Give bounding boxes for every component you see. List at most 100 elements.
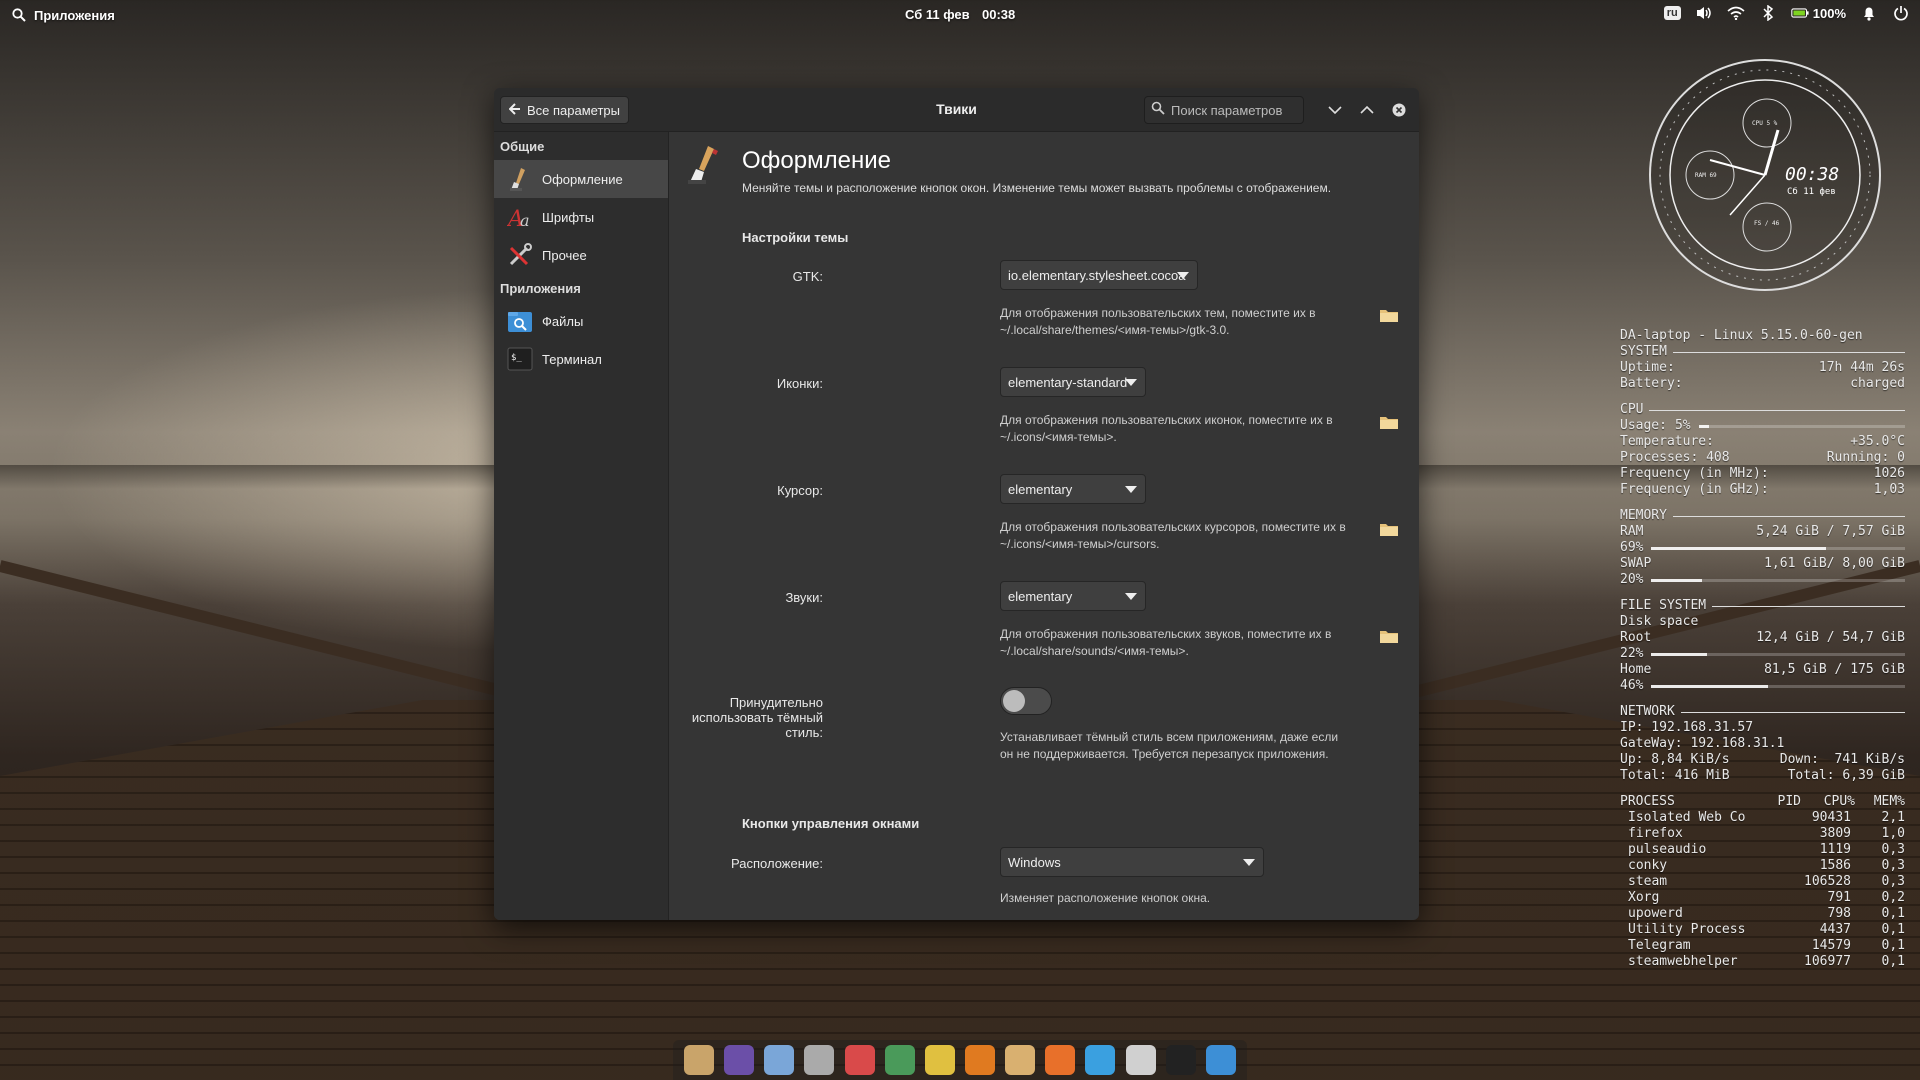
clock-date: Сб 11 фев [1787, 186, 1836, 197]
code-app-icon[interactable] [1125, 1045, 1156, 1075]
conky-col-pid: PID [1777, 794, 1801, 809]
folder-icon[interactable] [1380, 522, 1398, 536]
applications-menu[interactable]: Приложения [10, 6, 115, 24]
fonts-icon: Aa [506, 203, 534, 231]
sidebar-item-label: Файлы [542, 313, 584, 329]
bar-fill [1651, 578, 1703, 582]
bluetooth-icon[interactable] [1759, 4, 1777, 22]
sidebar-item-files[interactable]: Файлы [494, 302, 668, 340]
game-app-icon[interactable] [965, 1045, 996, 1075]
process-row: pulseaudio 1119 0,3 [1620, 842, 1905, 858]
minimize-button[interactable] [1325, 100, 1345, 120]
gtk-theme-combo[interactable]: io.elementary.stylesheet.cocoa [1000, 260, 1198, 290]
conky-section-system: SYSTEM [1620, 344, 1667, 359]
icon-theme-combo[interactable]: elementary-standard [1000, 367, 1146, 397]
sidebar-item-label: Шрифты [542, 209, 595, 225]
conky-section-network: NETWORK [1620, 704, 1675, 719]
conky-section-memory: MEMORY [1620, 508, 1667, 523]
dropdown-arrow-icon [1125, 593, 1137, 600]
power-icon[interactable] [1892, 4, 1910, 22]
window-titlebar: Все параметры Твики [494, 88, 1419, 132]
files-app-icon[interactable] [684, 1045, 715, 1075]
photos-app-icon[interactable] [1005, 1045, 1036, 1075]
gtk-label: GTK: [792, 269, 823, 284]
settings-search[interactable] [1144, 96, 1304, 124]
dropdown-arrow-icon [1243, 859, 1255, 866]
volume-icon[interactable] [1695, 4, 1713, 22]
conky-label: Usage: [1620, 418, 1667, 433]
panel-date[interactable]: Сб 11 фев [905, 7, 970, 22]
conky-clock-widget: 00:38 Сб 11 фев CPU 5 % RAM 69 FS / 46 [1649, 59, 1881, 291]
wifi-icon[interactable] [1727, 4, 1745, 22]
notifications-icon[interactable] [1860, 4, 1878, 22]
process-row: conky 1586 0,3 [1620, 858, 1905, 874]
icon-theme-value: elementary-standard [1008, 374, 1128, 390]
sidebar-group-general: Общие [500, 138, 545, 154]
firefox-app-icon[interactable] [1045, 1045, 1076, 1075]
tweaks-app-icon[interactable] [804, 1045, 835, 1075]
ram-usage-bar [1651, 546, 1905, 550]
process-pid: 4437 [1819, 922, 1851, 937]
dock [673, 1040, 1247, 1080]
appearance-panel: Оформление Меняйте темы и расположение к… [670, 132, 1419, 920]
button-layout-combo[interactable]: Windows [1000, 847, 1264, 877]
battery-indicator[interactable]: 100% [1791, 4, 1846, 22]
tweaks-window: Все параметры Твики Общие Оформление [494, 88, 1419, 920]
process-name: Isolated Web Co [1628, 810, 1746, 825]
process-pid: 106528 [1804, 874, 1851, 889]
search-app-icon[interactable] [1205, 1045, 1236, 1075]
conky-system-monitor: DA-laptop - Linux 5.15.0-60-gen SYSTEM U… [1620, 328, 1905, 970]
appearance-icon [506, 165, 534, 193]
conky-label: Running: [1826, 450, 1890, 465]
process-row: steamwebhelper 106977 0,1 [1620, 954, 1905, 970]
conky-battery: charged [1850, 376, 1905, 391]
applications-label: Приложения [34, 7, 115, 23]
palette-app-icon[interactable] [924, 1045, 955, 1075]
button-layout-value: Windows [1008, 854, 1061, 870]
screenshot-app-icon[interactable] [844, 1045, 875, 1075]
cursor-theme-combo[interactable]: elementary [1000, 474, 1146, 504]
process-row: steam 106528 0,3 [1620, 874, 1905, 890]
battery-percent: 100% [1812, 5, 1846, 21]
panel-time[interactable]: 00:38 [982, 7, 1015, 22]
calculator-app-icon[interactable] [884, 1045, 915, 1075]
sound-theme-combo[interactable]: elementary [1000, 581, 1146, 611]
clock-fs: FS / 46 [1754, 220, 1780, 227]
search-icon [1151, 101, 1165, 120]
battery-icon [1791, 4, 1809, 22]
sidebar-item-fonts[interactable]: Aa Шрифты [494, 198, 668, 236]
process-pid: 1586 [1819, 858, 1851, 873]
conky-header: DA-laptop - Linux 5.15.0-60-gen [1620, 328, 1863, 343]
terminal-app-icon[interactable] [1165, 1045, 1196, 1075]
conky-disk-space: Disk space [1620, 614, 1699, 629]
clock-time: 00:38 [1785, 164, 1839, 185]
folder-icon[interactable] [1380, 308, 1398, 322]
process-pid: 1119 [1819, 842, 1851, 857]
conky-ip: IP: 192.168.31.57 [1620, 720, 1754, 735]
conky-ram-percent: 69% [1620, 540, 1644, 555]
keyboard-layout-indicator[interactable]: ru [1663, 6, 1681, 20]
close-button[interactable] [1389, 100, 1409, 120]
sidebar-item-misc[interactable]: Прочее [494, 236, 668, 274]
sidebar-item-appearance[interactable]: Оформление [494, 160, 668, 198]
folder-icon[interactable] [1380, 629, 1398, 643]
all-settings-back-button[interactable]: Все параметры [500, 96, 630, 124]
sidebar-item-terminal[interactable]: $_ Терминал [494, 340, 668, 378]
search-input[interactable] [1171, 102, 1291, 118]
maximize-button[interactable] [1357, 100, 1377, 120]
conky-label: SWAP [1620, 556, 1652, 571]
conky-col-mem: MEM% [1873, 794, 1905, 809]
dark-style-switch[interactable] [1000, 687, 1052, 715]
store-app-icon[interactable] [724, 1045, 755, 1075]
sidebar-item-label: Оформление [542, 171, 623, 187]
process-cpu: 0,2 [1881, 890, 1905, 905]
sounds-hint: Для отображения пользовательских звуков,… [1000, 627, 1332, 658]
page-description: Меняйте темы и расположение кнопок окон.… [742, 181, 1332, 195]
telegram-app-icon[interactable] [1085, 1045, 1116, 1075]
conky-section-filesystem: FILE SYSTEM [1620, 598, 1707, 613]
conky-freq-ghz: 1,03 [1873, 482, 1905, 497]
settings-app-icon[interactable] [764, 1045, 795, 1075]
folder-icon[interactable] [1380, 415, 1398, 429]
dropdown-arrow-icon [1177, 272, 1189, 279]
dropdown-arrow-icon [1125, 486, 1137, 493]
